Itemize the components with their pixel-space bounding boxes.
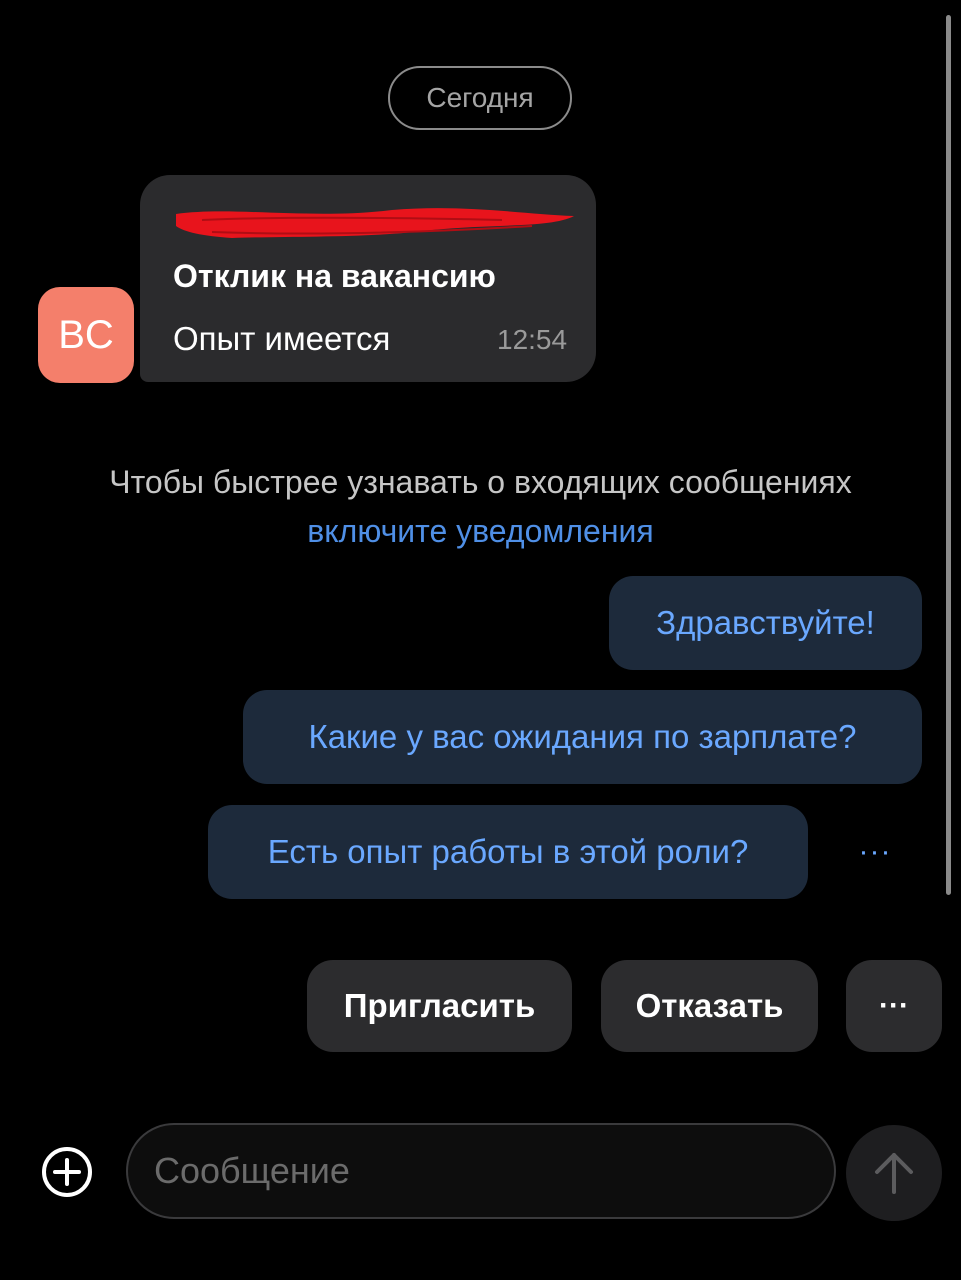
quick-replies-more-icon[interactable]: ··· [855, 832, 895, 872]
notification-hint-text: Чтобы быстрее узнавать о входящих сообще… [109, 464, 852, 500]
quick-reply-salary[interactable]: Какие у вас ожидания по зарплате? [243, 690, 922, 784]
scrollbar[interactable] [946, 15, 951, 895]
quick-reply-experience[interactable]: Есть опыт работы в этой роли? [208, 805, 808, 899]
enable-notifications-link[interactable]: включите уведомления [0, 513, 961, 550]
avatar[interactable]: BC [38, 287, 134, 383]
reject-button[interactable]: Отказать [601, 960, 818, 1052]
incoming-message-text: Опыт имеется [173, 320, 391, 357]
incoming-message-title: Отклик на вакансию [173, 258, 496, 294]
message-input[interactable] [126, 1123, 836, 1219]
date-separator: Сегодня [388, 66, 572, 130]
redacted-sender-name [176, 208, 574, 238]
plus-circle-icon[interactable] [40, 1145, 94, 1199]
quick-reply-greeting[interactable]: Здравствуйте! [609, 576, 922, 670]
invite-button[interactable]: Пригласить [307, 960, 572, 1052]
arrow-up-icon [875, 1153, 913, 1194]
send-button[interactable] [846, 1125, 942, 1221]
incoming-message-time: 12:54 [497, 324, 568, 355]
more-actions-button[interactable]: ··· [846, 960, 942, 1052]
